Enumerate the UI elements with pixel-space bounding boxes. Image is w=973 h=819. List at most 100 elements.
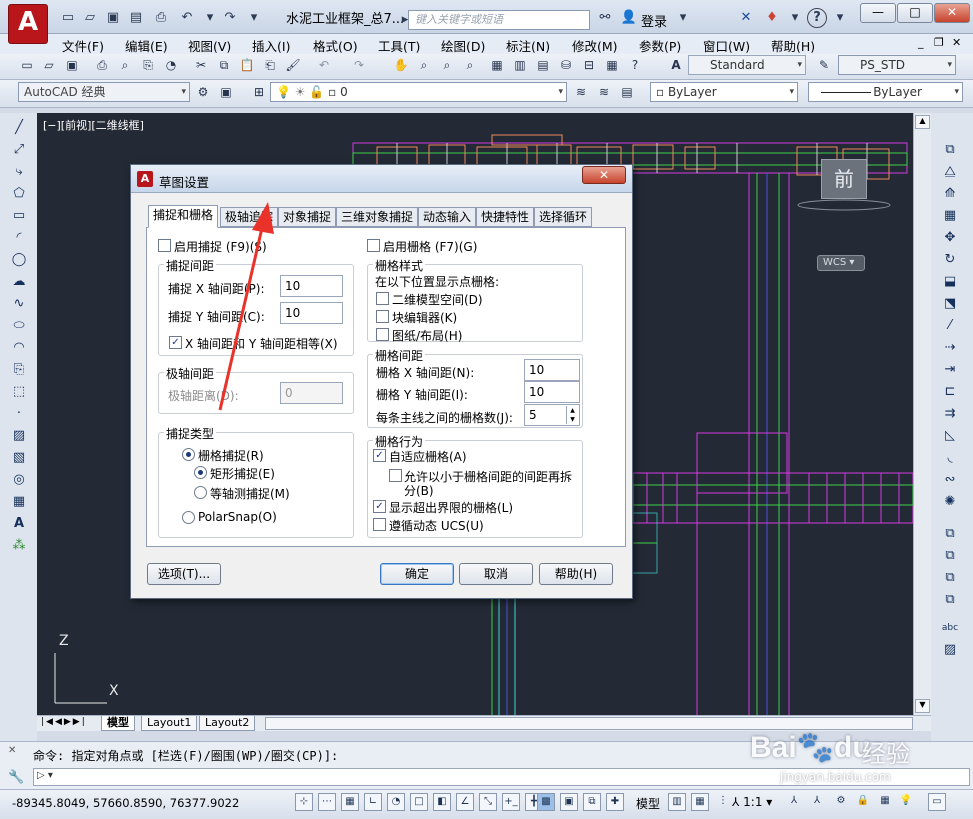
gradient-icon[interactable]: ▧ (9, 448, 29, 468)
tab-layout1[interactable]: Layout1 (141, 716, 198, 731)
tab-3d-object-snap[interactable]: 三维对象捕捉 (336, 207, 419, 227)
markup-icon[interactable]: ⊟ (580, 56, 598, 74)
polyline-icon[interactable]: ⤷ (9, 162, 29, 182)
rotate-icon[interactable]: ↻ (940, 250, 960, 270)
horizontal-scrollbar[interactable] (265, 717, 913, 730)
text-style-select[interactable]: Standard ▾ (688, 55, 806, 75)
subdivide-checkbox[interactable] (389, 469, 402, 482)
major-line-input[interactable]: 5 ▲ ▼ (524, 404, 580, 426)
wcs-menu[interactable]: WCS ▾ (817, 255, 865, 271)
move-icon[interactable]: ✥ (940, 228, 960, 248)
equal-xy-checkbox[interactable]: ✓ (169, 336, 182, 349)
user-icon[interactable]: 👤 (619, 8, 639, 28)
redo-toolbar-icon[interactable]: ↷ (350, 56, 368, 74)
adaptive-grid-checkbox[interactable]: ✓ (373, 449, 386, 462)
point-icon[interactable]: · (9, 404, 29, 424)
chamfer-icon[interactable]: ◺ (940, 426, 960, 446)
login-link[interactable]: 登录 (641, 11, 667, 30)
ellipse-icon[interactable]: ⬭ (9, 316, 29, 336)
break-icon[interactable]: ⊏ (940, 382, 960, 402)
insert-block-icon[interactable]: ⎘ (9, 360, 29, 380)
blend-icon[interactable]: ∾ (940, 470, 960, 490)
tab-dynamic-input[interactable]: 动态输入 (418, 207, 477, 227)
doc-restore-icon[interactable]: ❐ (934, 36, 944, 49)
zoom-window-icon[interactable]: ⌕ (438, 56, 456, 74)
workspace-switch-icon[interactable]: ⚙ (832, 793, 850, 811)
tab-layout2[interactable]: Layout2 (199, 716, 256, 731)
minimize-button[interactable]: — (860, 3, 896, 23)
layer-properties-icon[interactable]: ⊞ (250, 83, 268, 101)
quick-view-drawings-icon[interactable]: ▦ (691, 793, 709, 811)
rectangle-icon[interactable]: ▭ (9, 206, 29, 226)
mirror-icon[interactable]: ⧋ (940, 162, 960, 182)
text-style-icon[interactable]: A (667, 56, 685, 74)
menu-draw[interactable]: 绘图(D) (441, 36, 485, 55)
help-menu-dropdown-icon[interactable]: ▾ (830, 8, 850, 28)
draworder-under-icon[interactable]: ⧉ (940, 590, 960, 610)
options-button[interactable]: 选项(T)... (147, 563, 221, 585)
command-close-icon[interactable]: ✕ (8, 745, 16, 756)
design-center-icon[interactable]: ▥ (511, 56, 529, 74)
transparency-icon[interactable]: ▩ (537, 793, 555, 811)
draworder-above-icon[interactable]: ⧉ (940, 568, 960, 588)
annotation-scale[interactable]: ⅄ 1:1 ▾ (732, 795, 772, 809)
grid-display-icon[interactable]: ▦ (341, 793, 359, 811)
draworder-back-icon[interactable]: ⧉ (940, 546, 960, 566)
spinner-icon[interactable]: ▲ ▼ (566, 406, 578, 424)
menu-view[interactable]: 视图(V) (188, 36, 231, 55)
sheet-set-icon[interactable]: ⛁ (557, 56, 575, 74)
dialog-close-button[interactable]: ✕ (582, 166, 626, 184)
iso-snap-radio[interactable] (194, 486, 207, 499)
cut-icon[interactable]: ✂ (192, 56, 210, 74)
help-dropdown-icon[interactable]: ▾ (785, 8, 805, 28)
stretch-icon[interactable]: ⬔ (940, 294, 960, 314)
new-file-icon[interactable]: ▭ (58, 8, 78, 28)
open-icon[interactable]: ▱ (40, 56, 58, 74)
login-dropdown-icon[interactable]: ▾ (673, 8, 693, 28)
add-selected-icon[interactable]: ⁂ (9, 536, 29, 556)
grid-y-input[interactable]: 10 (524, 381, 580, 403)
arc-icon[interactable]: ◜ (9, 228, 29, 248)
hatch-back-icon[interactable]: ▨ (940, 640, 960, 660)
region-icon[interactable]: ◎ (9, 470, 29, 490)
viewcube[interactable]: 前 (821, 159, 867, 199)
line-icon[interactable]: ╱ (9, 118, 29, 138)
trim-icon[interactable]: ⁄ (940, 316, 960, 336)
pan-status-icon[interactable]: ⋮ (714, 793, 732, 811)
workspace-select[interactable]: AutoCAD 经典 ▾ (18, 82, 190, 102)
offset-icon[interactable]: ⟰ (940, 184, 960, 204)
ducs-icon[interactable]: ⤡ (479, 793, 497, 811)
workspace-settings-icon[interactable]: ⚙ (194, 83, 212, 101)
tab-quick-properties[interactable]: 快捷特性 (476, 207, 535, 227)
table-icon[interactable]: ▦ (9, 492, 29, 512)
annotation-monitor-icon[interactable]: ✚ (606, 793, 624, 811)
polygon-icon[interactable]: ⬠ (9, 184, 29, 204)
infer-constraints-icon[interactable]: ⊹ (295, 793, 313, 811)
quick-view-layouts-icon[interactable]: ▥ (668, 793, 686, 811)
scroll-down-icon[interactable]: ▼ (915, 699, 930, 713)
object-snap-icon[interactable]: □ (410, 793, 428, 811)
grid-block-checkbox[interactable] (376, 310, 389, 323)
vertical-scrollbar[interactable]: ▲ ▼ (913, 113, 931, 715)
quick-properties-icon[interactable]: ▣ (560, 793, 578, 811)
publish-icon[interactable]: ⎘ (139, 56, 157, 74)
otrack-icon[interactable]: ∠ (456, 793, 474, 811)
copy-object-icon[interactable]: ⧉ (940, 140, 960, 160)
undo-toolbar-icon[interactable]: ↶ (315, 56, 333, 74)
spline-icon[interactable]: ∿ (9, 294, 29, 314)
ellipse-arc-icon[interactable]: ◠ (9, 338, 29, 358)
extend-icon[interactable]: ⇢ (940, 338, 960, 358)
autodesk360-icon[interactable]: ♦ (762, 8, 782, 28)
hardware-accel-icon[interactable]: ▦ (876, 793, 894, 811)
3d-dwf-icon[interactable]: ◔ (162, 56, 180, 74)
doc-close-icon[interactable]: ✕ (952, 36, 961, 49)
quickcalc-icon[interactable]: ▦ (603, 56, 621, 74)
redo-dropdown-icon[interactable]: ▾ (244, 8, 264, 28)
help-button[interactable]: 帮助(H) (539, 563, 613, 585)
isolate-objects-icon[interactable]: 💡 (897, 793, 915, 811)
menu-format[interactable]: 格式(O) (313, 36, 358, 55)
snap-mode-icon[interactable]: ⋯ (318, 793, 336, 811)
menu-tools[interactable]: 工具(T) (378, 36, 420, 55)
polar-tracking-icon[interactable]: ◔ (387, 793, 405, 811)
grid-paper-checkbox[interactable] (376, 328, 389, 341)
